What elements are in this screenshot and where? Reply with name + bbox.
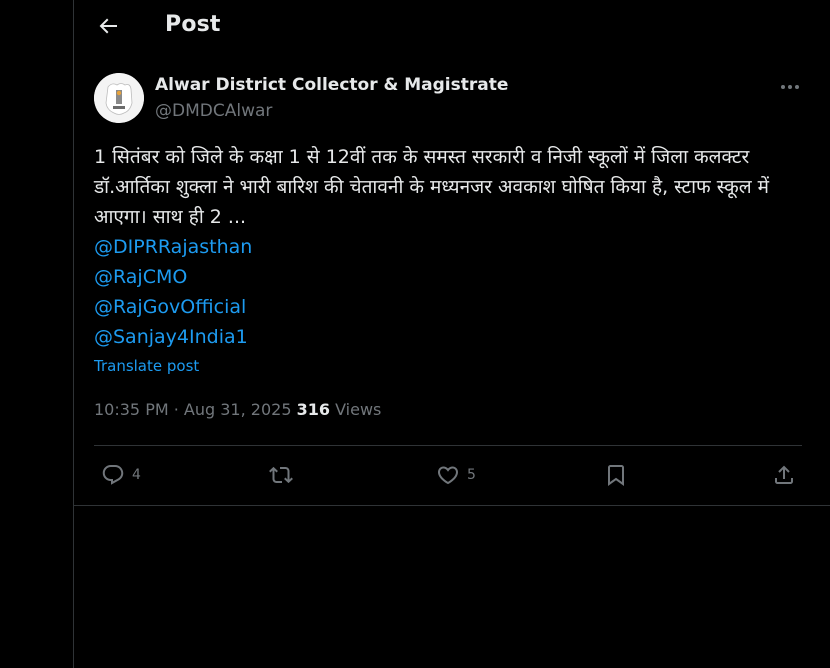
share-icon (775, 465, 793, 484)
meta-separator: · (168, 400, 184, 419)
reply-button[interactable]: 4 (101, 462, 141, 488)
divider (74, 505, 830, 506)
repost-icon (269, 466, 293, 484)
repost-button[interactable] (269, 462, 293, 488)
like-icon (437, 466, 459, 485)
reply-count: 4 (132, 467, 141, 483)
back-arrow-icon[interactable] (96, 14, 120, 38)
top-bar: Post (74, 0, 830, 53)
reply-icon (102, 465, 124, 485)
avatar[interactable] (94, 73, 144, 123)
post-time[interactable]: 10:35 PM (94, 400, 169, 419)
author-handle[interactable]: @DMDCAlwar (155, 101, 272, 121)
views-count: 316 (296, 400, 330, 419)
post-text-block: 1 सितंबर को जिले के कक्षा 1 से 12वीं तक … (94, 142, 774, 352)
mention-link[interactable]: @Sanjay4India1 (94, 322, 774, 352)
divider (94, 445, 802, 446)
translate-post-link[interactable]: Translate post (94, 357, 199, 375)
bookmark-button[interactable] (604, 462, 628, 488)
post-date[interactable]: Aug 31, 2025 (184, 400, 292, 419)
bookmark-icon (608, 465, 624, 486)
mention-link[interactable]: @DIPRRajasthan (94, 232, 774, 262)
post-meta: 10:35 PM · Aug 31, 2025 316 Views (94, 400, 381, 419)
page-title: Post (165, 12, 221, 37)
like-count: 5 (467, 467, 476, 483)
post-column: Post Alwar District Collector & Magistra… (73, 0, 830, 668)
post-text: 1 सितंबर को जिले के कक्षा 1 से 12वीं तक … (94, 146, 770, 228)
mention-link[interactable]: @RajCMO (94, 262, 774, 292)
views-label: Views (330, 400, 382, 419)
like-button[interactable]: 5 (436, 462, 476, 488)
author-name[interactable]: Alwar District Collector & Magistrate (155, 75, 508, 95)
share-button[interactable] (772, 462, 796, 488)
mention-link[interactable]: @RajGovOfficial (94, 292, 774, 322)
more-icon[interactable] (778, 75, 802, 99)
